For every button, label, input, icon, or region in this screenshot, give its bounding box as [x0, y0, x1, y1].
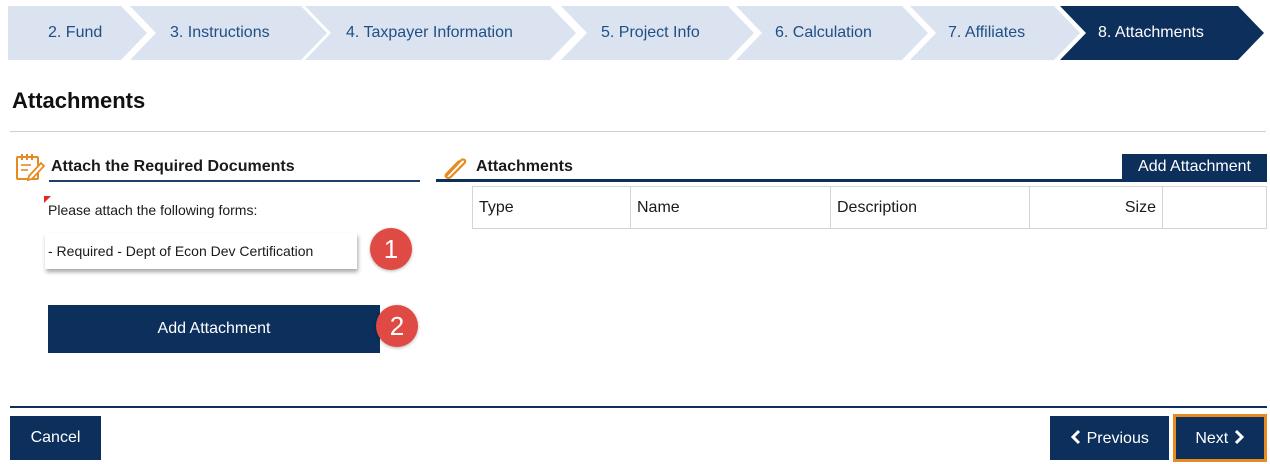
required-docs-instructions: Please attach the following forms: — [48, 202, 258, 218]
required-docs-divider — [49, 180, 420, 182]
previous-button[interactable]: Previous — [1050, 416, 1169, 460]
step-fund[interactable]: 2. Fund — [8, 6, 147, 60]
previous-label: Previous — [1086, 429, 1149, 447]
step-label: 2. Fund — [48, 24, 103, 41]
step-label: 8. Attachments — [1098, 24, 1204, 41]
title-divider — [10, 131, 1266, 132]
step-label: 4. Taxpayer Information — [346, 24, 513, 41]
next-button[interactable]: Next — [1173, 414, 1267, 462]
column-name[interactable]: Name — [630, 186, 831, 229]
column-actions — [1162, 186, 1267, 229]
step-label: 6. Calculation — [775, 24, 872, 41]
footer-divider — [10, 406, 1267, 408]
callout-badge-2: 2 — [376, 305, 418, 347]
cancel-button[interactable]: Cancel — [10, 416, 101, 460]
step-label: 3. Instructions — [170, 24, 270, 41]
add-attachment-header-button[interactable]: Add Attachment — [1122, 154, 1267, 179]
add-attachment-button[interactable]: Add Attachment — [48, 305, 380, 353]
wizard-steps: 2. Fund 3. Instructions 4. Taxpayer Info… — [8, 6, 1264, 60]
callout-badge-1: 1 — [370, 228, 412, 270]
step-label: 5. Project Info — [601, 24, 700, 41]
step-project-info[interactable]: 5. Project Info — [561, 6, 754, 60]
edit-document-icon — [16, 154, 45, 182]
column-description[interactable]: Description — [830, 186, 1030, 229]
step-affiliates[interactable]: 7. Affiliates — [910, 6, 1080, 60]
chevron-right-icon — [1234, 429, 1244, 444]
step-label: 7. Affiliates — [948, 24, 1026, 41]
attachments-table: Type Name Description Size — [472, 186, 1267, 229]
step-taxpayer-information[interactable]: 4. Taxpayer Information — [305, 6, 576, 60]
step-attachments[interactable]: 8. Attachments — [1060, 6, 1264, 60]
page-title: Attachments — [12, 88, 146, 113]
paperclip-icon — [444, 158, 467, 180]
chevron-left-icon — [1071, 429, 1081, 444]
column-type[interactable]: Type — [472, 186, 631, 229]
table-header-row: Type Name Description Size — [472, 186, 1267, 229]
step-instructions[interactable]: 3. Instructions — [130, 6, 327, 60]
attachments-divider — [436, 179, 1267, 182]
next-label: Next — [1195, 429, 1229, 447]
required-docs-heading: Attach the Required Documents — [51, 158, 295, 175]
step-calculation[interactable]: 6. Calculation — [736, 6, 928, 60]
attachments-heading: Attachments — [476, 158, 573, 175]
required-document-item: - Required - Dept of Econ Dev Certificat… — [45, 233, 357, 269]
column-size[interactable]: Size — [1029, 186, 1163, 229]
required-document-label: - Required - Dept of Econ Dev Certificat… — [48, 243, 314, 259]
